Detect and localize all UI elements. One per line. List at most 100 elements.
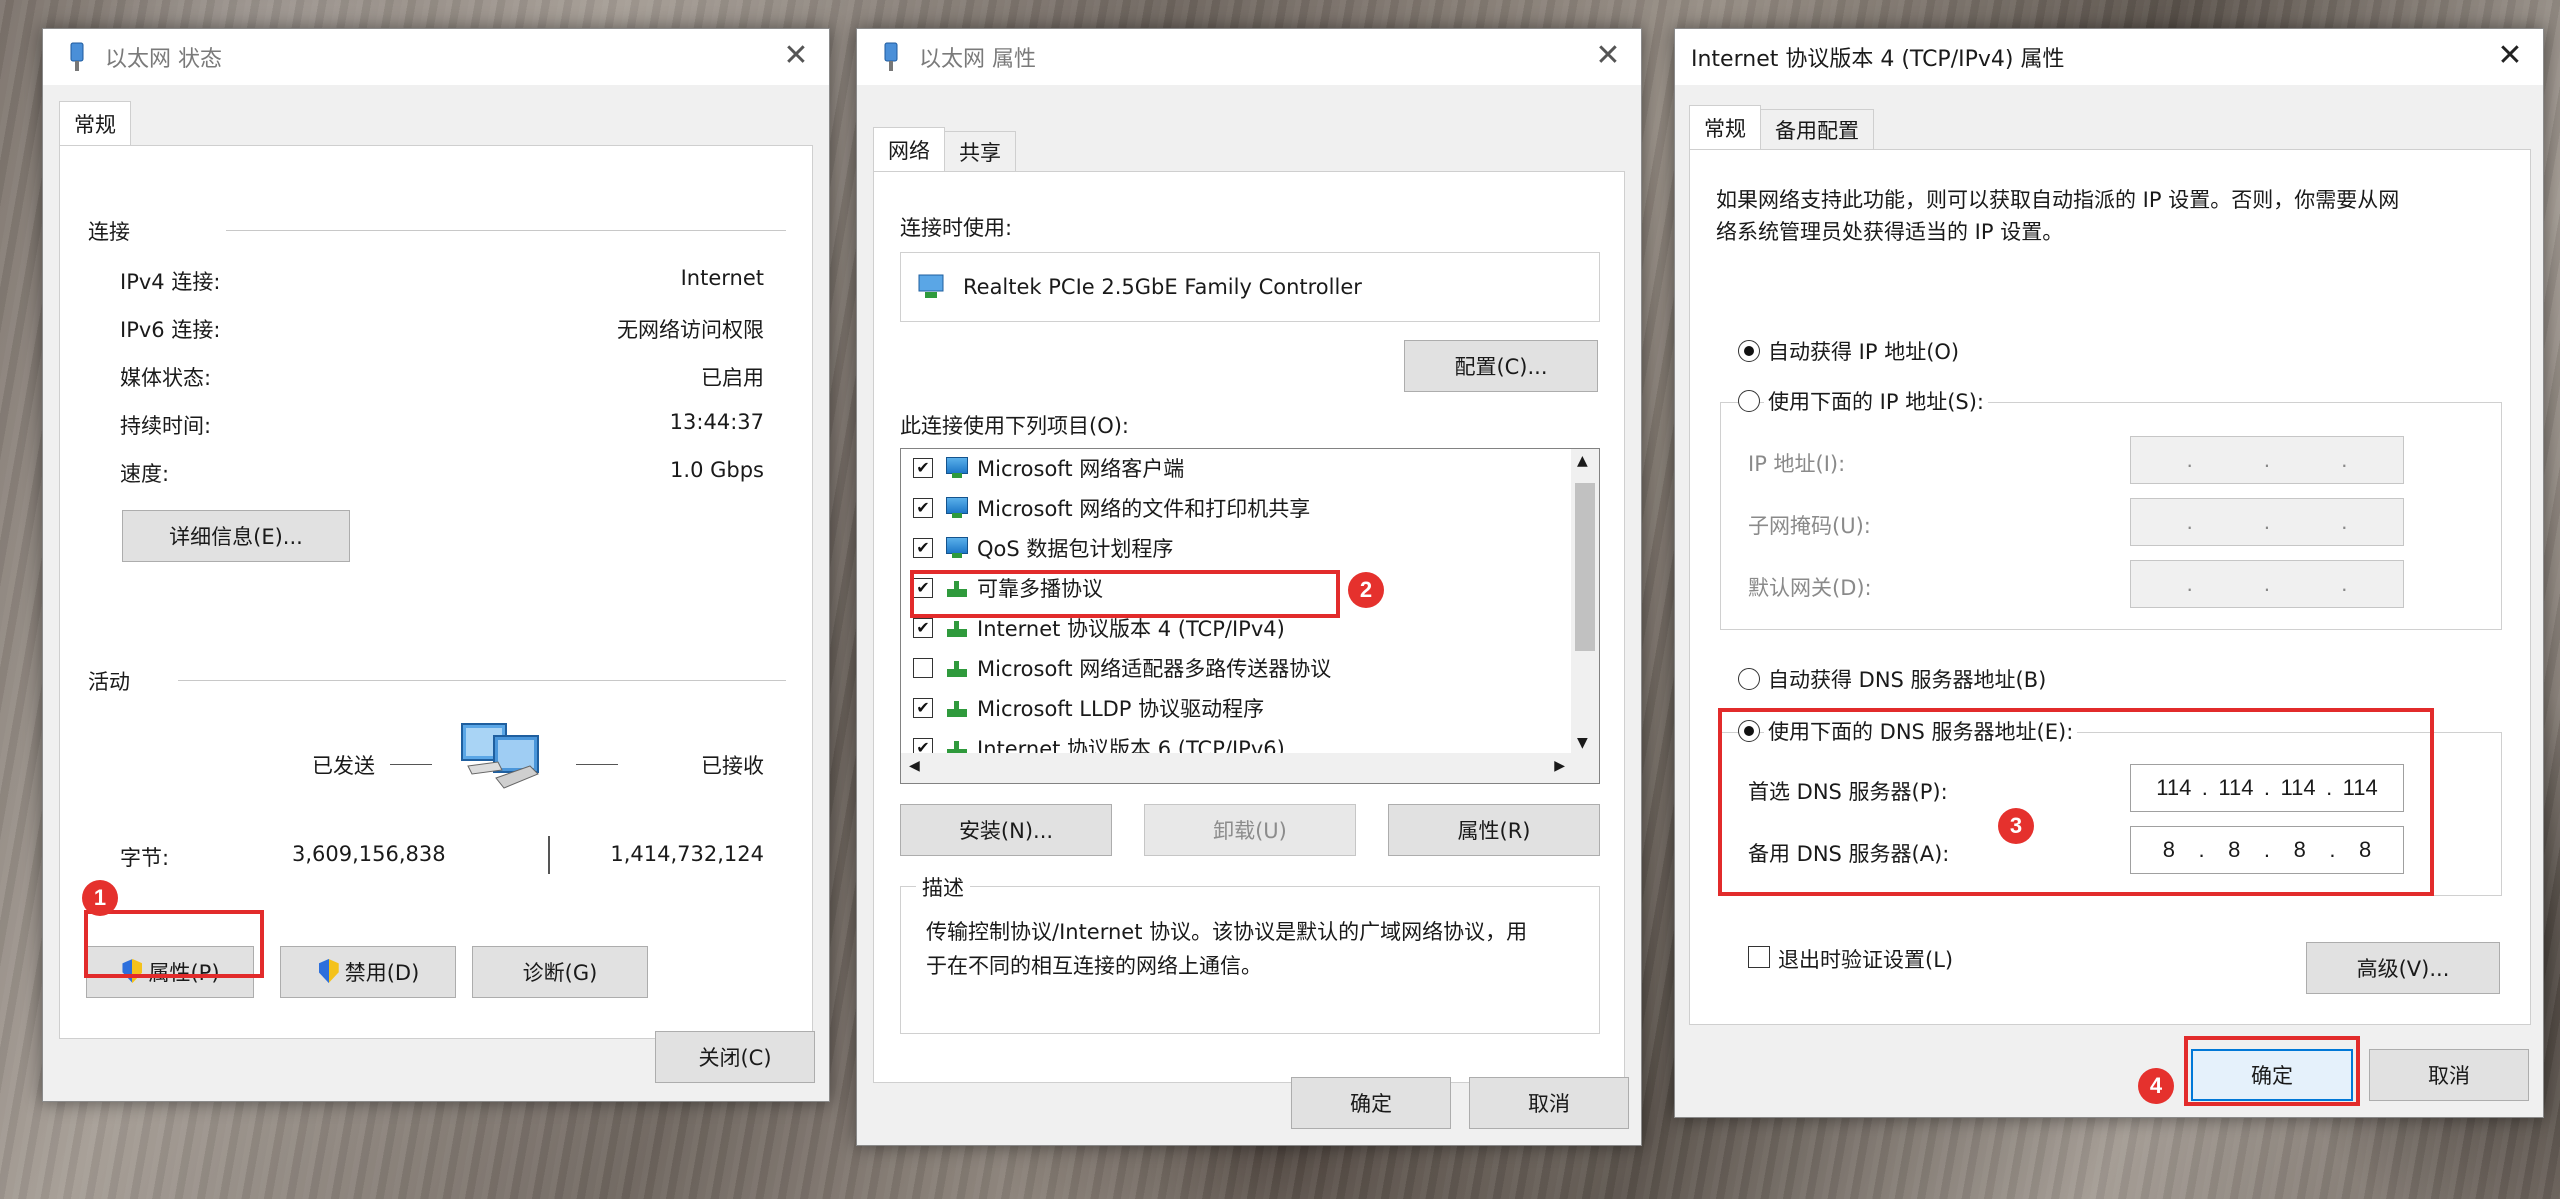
disable-button[interactable]: 禁用(D) xyxy=(280,946,456,998)
manual-ip-radio[interactable] xyxy=(1738,390,1760,412)
title-bar: Internet 协议版本 4 (TCP/IPv4) 属性 ✕ xyxy=(1675,29,2543,85)
disable-button-label: 禁用(D) xyxy=(344,961,420,985)
close-icon[interactable]: ✕ xyxy=(1593,41,1623,71)
scroll-right-icon[interactable]: ▶ xyxy=(1554,758,1565,774)
item-label: Microsoft LLDP 协议驱动程序 xyxy=(977,697,1265,721)
list-item[interactable]: ✔ Microsoft 网络客户端 xyxy=(901,449,1184,487)
close-icon[interactable]: ✕ xyxy=(781,41,811,71)
network-panel: 连接时使用: Realtek PCIe 2.5GbE Family Contro… xyxy=(873,171,1625,1083)
protocol-icon xyxy=(943,655,971,681)
auto-dns-label[interactable]: 自动获得 DNS 服务器地址(B) xyxy=(1768,664,2046,694)
intro-text-line-2: 络系统管理员处获得适当的 IP 设置。 xyxy=(1716,220,2064,244)
manual-ip-label[interactable]: 使用下面的 IP 地址(S): xyxy=(1764,386,1988,416)
scroll-left-icon[interactable]: ◀ xyxy=(909,758,920,774)
properties-button[interactable]: 属性(R) xyxy=(1388,804,1600,856)
auto-ip-label[interactable]: 自动获得 IP 地址(O) xyxy=(1768,336,1959,366)
description-text-line-2: 于在不同的相互连接的网络上通信。 xyxy=(926,954,1262,978)
item-label: QoS 数据包计划程序 xyxy=(977,537,1174,561)
window-title: 以太网 属性 xyxy=(919,47,1036,72)
tab-general[interactable]: 常规 xyxy=(59,101,131,145)
step-badge-2: 2 xyxy=(1348,572,1384,608)
advanced-button[interactable]: 高级(V)... xyxy=(2306,942,2500,994)
received-line xyxy=(576,764,618,765)
description-label: 描述 xyxy=(916,872,970,902)
ipv6-label: IPv6 连接: xyxy=(120,318,221,342)
close-icon[interactable]: ✕ xyxy=(2495,41,2525,71)
configure-button[interactable]: 配置(C)... xyxy=(1404,340,1598,392)
speed-label: 速度: xyxy=(120,462,170,486)
list-item[interactable]: ✔ Microsoft LLDP 协议驱动程序 xyxy=(901,689,1264,727)
connect-using-label: 连接时使用: xyxy=(900,216,1013,240)
ipv4-properties-window: Internet 协议版本 4 (TCP/IPv4) 属性 ✕ 常规 备用配置 … xyxy=(1674,28,2544,1118)
adapter-field: Realtek PCIe 2.5GbE Family Controller xyxy=(900,252,1600,322)
checkbox[interactable] xyxy=(913,658,933,678)
sent-line xyxy=(390,764,432,765)
uninstall-button[interactable]: 卸载(U) xyxy=(1144,804,1356,856)
ip-address-field[interactable]: ... xyxy=(2130,436,2404,484)
checkbox[interactable]: ✔ xyxy=(913,618,933,638)
checkbox[interactable]: ✔ xyxy=(913,538,933,558)
item-label: Microsoft 网络客户端 xyxy=(977,457,1185,481)
tab-strip: 常规 xyxy=(59,101,131,145)
scroll-thumb[interactable] xyxy=(1575,483,1595,651)
validate-label[interactable]: 退出时验证设置(L) xyxy=(1778,944,1953,974)
description-text-line-1: 传输控制协议/Internet 协议。该协议是默认的广域网络协议，用 xyxy=(926,920,1528,944)
list-item[interactable]: ✔ Microsoft 网络的文件和打印机共享 xyxy=(901,489,1310,527)
bytes-divider xyxy=(548,836,550,874)
checkbox[interactable]: ✔ xyxy=(913,698,933,718)
ok-button[interactable]: 确定 xyxy=(1291,1077,1451,1129)
scroll-down-icon[interactable]: ▼ xyxy=(1577,735,1588,751)
tab-strip: 常规 备用配置 xyxy=(1689,105,1874,149)
tab-strip: 网络 共享 xyxy=(873,127,1016,171)
checkbox[interactable]: ✔ xyxy=(913,458,933,478)
network-card-icon xyxy=(917,273,947,301)
item-label: Microsoft 网络的文件和打印机共享 xyxy=(977,497,1311,521)
adapter-name: Realtek PCIe 2.5GbE Family Controller xyxy=(963,275,1362,299)
install-button[interactable]: 安装(N)... xyxy=(900,804,1112,856)
cancel-button[interactable]: 取消 xyxy=(2369,1049,2529,1101)
bytes-received-value: 1,414,732,124 xyxy=(610,842,764,866)
list-item[interactable]: Microsoft 网络适配器多路传送器协议 xyxy=(901,649,1331,687)
duration-label: 持续时间: xyxy=(120,414,212,438)
divider xyxy=(226,230,786,231)
tab-sharing[interactable]: 共享 xyxy=(944,131,1016,171)
step-badge-1: 1 xyxy=(82,880,118,916)
general-panel: 连接 IPv4 连接: Internet IPv6 连接: 无网络访问权限 媒体… xyxy=(59,145,813,1039)
tab-network[interactable]: 网络 xyxy=(873,127,945,171)
subnet-mask-label: 子网掩码(U): xyxy=(1748,514,1871,538)
ipv4-label: IPv4 连接: xyxy=(120,270,221,294)
checkbox[interactable]: ✔ xyxy=(913,498,933,518)
uac-shield-icon xyxy=(317,959,341,985)
default-gateway-field[interactable]: ... xyxy=(2130,560,2404,608)
media-state-label: 媒体状态: xyxy=(120,366,212,390)
cancel-button[interactable]: 取消 xyxy=(1469,1077,1629,1129)
item-label: Microsoft 网络适配器多路传送器协议 xyxy=(977,657,1332,681)
intro-text-line-1: 如果网络支持此功能，则可以获取自动指派的 IP 设置。否则，你需要从网 xyxy=(1716,188,2400,212)
divider xyxy=(178,680,786,681)
ipv6-value: 无网络访问权限 xyxy=(617,318,764,342)
validate-checkbox[interactable] xyxy=(1748,946,1770,968)
scroll-up-icon[interactable]: ▲ xyxy=(1577,453,1588,469)
diagnose-button[interactable]: 诊断(G) xyxy=(472,946,648,998)
received-label: 已接收 xyxy=(701,754,764,778)
bytes-sent-value: 3,609,156,838 xyxy=(292,842,446,866)
network-client-icon xyxy=(943,495,971,521)
title-bar: 以太网 状态 ✕ xyxy=(43,29,829,85)
tab-alternate-config[interactable]: 备用配置 xyxy=(1760,109,1874,149)
list-item[interactable]: ✔ QoS 数据包计划程序 xyxy=(901,529,1173,567)
subnet-mask-field[interactable]: ... xyxy=(2130,498,2404,546)
default-gateway-label: 默认网关(D): xyxy=(1748,576,1872,600)
duration-value: 13:44:37 xyxy=(669,410,764,434)
step-badge-4: 4 xyxy=(2138,1068,2174,1104)
window-title: Internet 协议版本 4 (TCP/IPv4) 属性 xyxy=(1691,47,2065,72)
auto-dns-radio[interactable] xyxy=(1738,668,1760,690)
horizontal-scrollbar[interactable]: ◀ ▶ xyxy=(901,753,1599,783)
details-button[interactable]: 详细信息(E)... xyxy=(122,510,350,562)
highlight-ipv4-item xyxy=(910,570,1340,618)
auto-ip-radio[interactable] xyxy=(1738,340,1760,362)
step-badge-3: 3 xyxy=(1998,808,2034,844)
vertical-scrollbar[interactable]: ▲ ▼ xyxy=(1571,449,1599,755)
tab-general[interactable]: 常规 xyxy=(1689,105,1761,149)
close-button[interactable]: 关闭(C) xyxy=(655,1031,815,1083)
section-connection: 连接 xyxy=(88,220,130,244)
